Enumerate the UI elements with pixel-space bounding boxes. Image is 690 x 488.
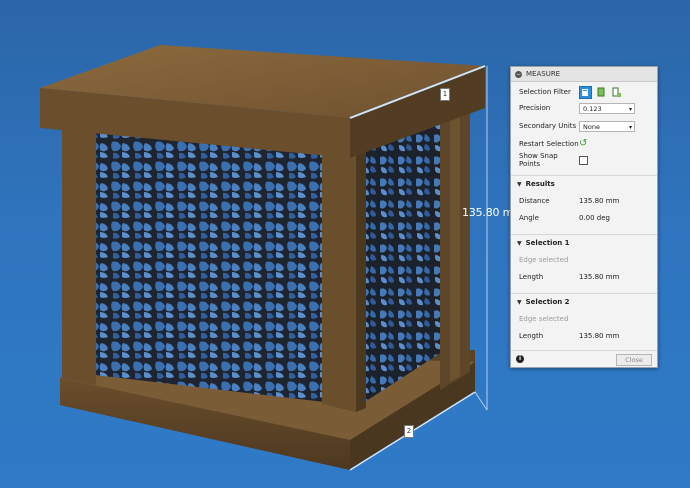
secondary-units-value: None — [583, 122, 600, 131]
distance-value: 135.80 mm — [579, 197, 620, 205]
selection2-status: Edge selected — [519, 315, 569, 323]
chevron-down-icon: ▾ — [628, 105, 632, 113]
selection1-title: Selection 1 — [525, 239, 570, 247]
distance-row: Distance 135.80 mm — [519, 194, 649, 208]
selection1-section-header[interactable]: ▼ Selection 1 — [511, 234, 657, 251]
selection2-section-header[interactable]: ▼ Selection 2 — [511, 293, 657, 310]
filter-body-icon[interactable] — [579, 85, 592, 99]
selection2-length-label: Length — [519, 332, 544, 340]
panel-title: MEASURE — [526, 70, 561, 78]
filter-edge-icon[interactable] — [611, 87, 622, 98]
selection1-length-row: Length 135.80 mm — [519, 270, 649, 284]
restart-selection-row: Restart Selection ↺ — [519, 137, 649, 151]
collapse-triangle-icon: ▼ — [517, 298, 522, 306]
selection1-length-value: 135.80 mm — [579, 273, 620, 281]
edge-marker-1: 1 — [440, 88, 450, 101]
selection2-status-row: Edge selected — [519, 312, 649, 326]
distance-label: Distance — [519, 197, 550, 205]
selection2-length-row: Length 135.80 mm — [519, 329, 649, 343]
selection1-status: Edge selected — [519, 256, 569, 264]
edge-marker-2: 2 — [404, 425, 414, 438]
collapse-triangle-icon: ▼ — [517, 239, 522, 247]
restart-icon[interactable]: ↺ — [579, 139, 587, 149]
secondary-units-dropdown[interactable]: None ▾ — [579, 120, 635, 132]
selection-filter-row: Selection Filter — [519, 85, 649, 99]
filter-face-icon[interactable] — [596, 87, 607, 98]
results-section-header[interactable]: ▼ Results — [511, 175, 657, 192]
angle-value: 0.00 deg — [579, 214, 611, 222]
selection1-status-row: Edge selected — [519, 253, 649, 267]
restart-selection-label: Restart Selection — [519, 140, 579, 148]
angle-label: Angle — [519, 214, 539, 222]
precision-dropdown[interactable]: 0.123 ▾ — [579, 102, 635, 114]
snap-points-checkbox[interactable] — [579, 155, 588, 165]
collapse-icon[interactable]: − — [515, 70, 522, 78]
measure-panel: − MEASURE Selection Filter Precision 0.1… — [510, 66, 658, 368]
show-snap-points-row: Show Snap Points — [519, 152, 649, 168]
show-snap-points-label: Show Snap Points — [519, 152, 558, 168]
selection-filter-label: Selection Filter — [519, 88, 571, 96]
precision-label: Precision — [519, 104, 551, 112]
precision-row: Precision 0.123 ▾ — [519, 101, 649, 115]
panel-footer: i Close — [511, 350, 657, 367]
close-button[interactable]: Close — [616, 354, 652, 366]
secondary-units-row: Secondary Units None ▾ — [519, 119, 649, 133]
selection2-length-value: 135.80 mm — [579, 332, 620, 340]
secondary-units-label: Secondary Units — [519, 122, 577, 130]
results-title: Results — [525, 180, 555, 188]
selection1-length-label: Length — [519, 273, 544, 281]
angle-row: Angle 0.00 deg — [519, 211, 649, 225]
collapse-triangle-icon: ▼ — [517, 180, 522, 188]
panel-titlebar[interactable]: − MEASURE — [511, 67, 657, 82]
chevron-down-icon: ▾ — [628, 123, 632, 131]
precision-value: 0.123 — [583, 104, 602, 113]
selection2-title: Selection 2 — [525, 298, 570, 306]
info-icon[interactable]: i — [516, 355, 524, 363]
